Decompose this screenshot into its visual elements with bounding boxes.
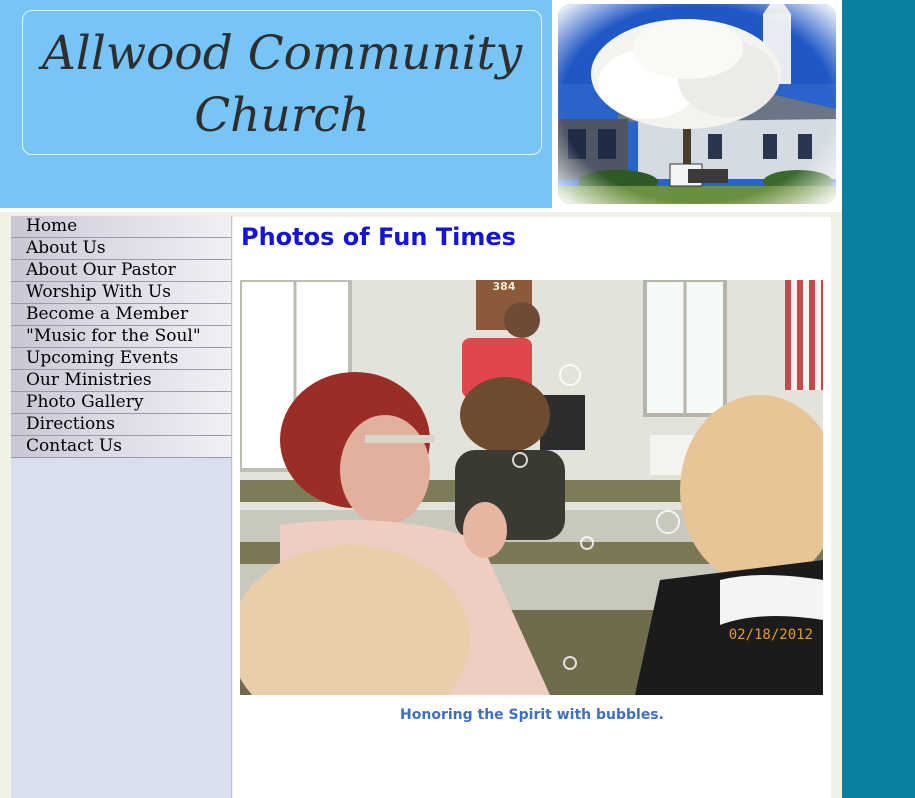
site-title[interactable]: Allwood Community Church [22,10,542,155]
site-title-line-1: Allwood Community [41,26,523,81]
nav-item-contact-us[interactable]: Contact Us [11,436,231,458]
nav-item-music-for-the-soul[interactable]: "Music for the Soul" [11,326,231,348]
church-photo [558,4,836,204]
nav-item-upcoming-events[interactable]: Upcoming Events [11,348,231,370]
sidebar-nav: Home About Us About Our Pastor Worship W… [11,216,232,798]
nav-item-directions[interactable]: Directions [11,414,231,436]
church-dogwood-photo-icon [558,4,836,204]
photo-date-stamp: 02/18/2012 [728,627,813,643]
nav-item-home[interactable]: Home [11,216,231,238]
gallery-photo[interactable]: 384 02/18/2012 [240,280,823,695]
nav-item-become-a-member[interactable]: Become a Member [11,304,231,326]
page: Allwood Community Church Home About Us A… [0,0,842,798]
site-title-line-2: Church [194,88,370,143]
photo-caption: Honoring the Spirit with bubbles. [400,707,664,723]
nav-item-photo-gallery[interactable]: Photo Gallery [11,392,231,414]
nav-item-our-ministries[interactable]: Our Ministries [11,370,231,392]
page-title: Photos of Fun Times [241,223,516,251]
nav-item-worship-with-us[interactable]: Worship With Us [11,282,231,304]
nav-item-about-our-pastor[interactable]: About Our Pastor [11,260,231,282]
header-banner: Allwood Community Church [0,0,552,208]
hymn-board-number: 384 [493,280,516,293]
site-header: Allwood Community Church [0,0,842,210]
main-content: Photos of Fun Times 384 02/18/2012 Honor… [233,217,831,798]
nav-item-about-us[interactable]: About Us [11,238,231,260]
